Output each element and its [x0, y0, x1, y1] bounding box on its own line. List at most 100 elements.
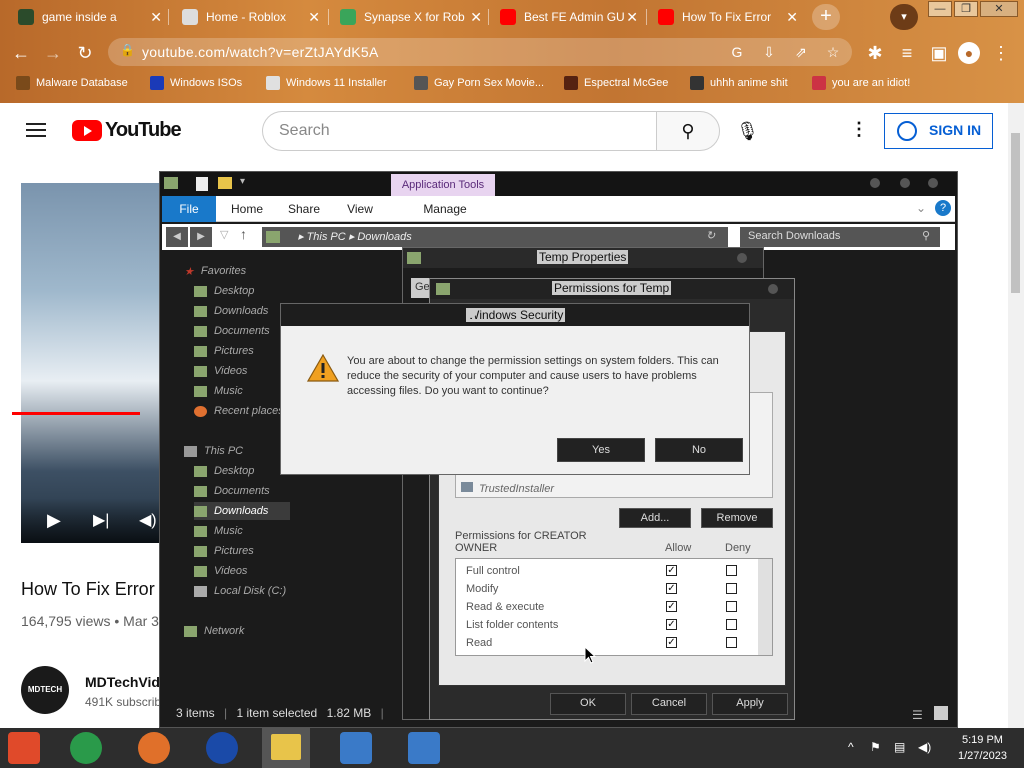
- nav-pc-local-disk[interactable]: Local Disk (C:): [194, 582, 286, 600]
- add-button[interactable]: Add...: [619, 508, 691, 528]
- deny-full-control-checkbox[interactable]: [726, 565, 737, 576]
- youtube-logo[interactable]: YouTube: [72, 119, 182, 142]
- search-input[interactable]: Search Downloads ⚲: [740, 227, 940, 247]
- bookmark-item-4[interactable]: Gay Porn Sex Movie...: [414, 76, 544, 90]
- close-icon[interactable]: ✕: [626, 9, 638, 26]
- recent-dropdown-icon[interactable]: ▽: [220, 228, 228, 241]
- allow-modify-checkbox[interactable]: ✓: [666, 583, 677, 594]
- tab-search-button[interactable]: ▾: [890, 4, 918, 30]
- back-arrow-icon[interactable]: ◀: [166, 227, 188, 247]
- deny-read-checkbox[interactable]: [726, 637, 737, 648]
- nav-pc-documents[interactable]: Documents: [194, 482, 270, 500]
- setup-installer-icon[interactable]: [340, 732, 372, 764]
- sign-in-button[interactable]: SIGN IN: [884, 113, 993, 149]
- nav-fav-desktop[interactable]: Desktop: [194, 282, 254, 300]
- refresh-icon[interactable]: ↻: [706, 229, 715, 242]
- channel-avatar[interactable]: MDTECH: [21, 666, 69, 714]
- tab-synapse[interactable]: Synapse X for Rob ✕: [330, 2, 488, 32]
- nav-favorites-header[interactable]: ★ Favorites: [184, 262, 246, 280]
- close-icon[interactable]: ✕: [470, 9, 482, 26]
- flag-icon[interactable]: ⚑: [870, 740, 881, 754]
- app-generic-icon[interactable]: [8, 732, 40, 764]
- hamburger-menu-icon[interactable]: [26, 123, 46, 137]
- tab-file[interactable]: File: [162, 196, 216, 222]
- close-button[interactable]: [466, 308, 476, 318]
- deny-list-folder-checkbox[interactable]: [726, 619, 737, 630]
- show-hidden-icons[interactable]: ^: [848, 740, 854, 754]
- close-button[interactable]: [737, 253, 747, 263]
- settings-dots-icon[interactable]: ⋮: [850, 119, 868, 140]
- forward-arrow-icon[interactable]: ▶: [190, 227, 212, 247]
- bookmark-you-are-an-idiot[interactable]: you are an idiot!: [812, 76, 910, 90]
- bookmark-star-icon[interactable]: ☆: [824, 43, 842, 61]
- bookmark-windows11-installer[interactable]: Windows 11 Installer: [266, 76, 387, 90]
- help-icon[interactable]: ?: [935, 200, 951, 216]
- allow-read-execute-checkbox[interactable]: ✓: [666, 601, 677, 612]
- nav-network[interactable]: Network: [184, 622, 244, 640]
- deny-read-execute-checkbox[interactable]: [726, 601, 737, 612]
- chrome-icon[interactable]: [70, 732, 102, 764]
- user-trustedinstaller[interactable]: TrustedInstaller: [461, 482, 554, 495]
- chevron-down-icon[interactable]: ⌄: [916, 201, 926, 215]
- scrollbar-thumb[interactable]: [1011, 133, 1020, 293]
- address-bar[interactable]: 🔒 youtube.com/watch?v=erZtJAYdK5A G ⇩ ⇗ …: [108, 38, 852, 66]
- extensions-icon[interactable]: ✱: [864, 42, 886, 64]
- properties-icon[interactable]: [196, 177, 208, 191]
- nav-pc-pictures[interactable]: Pictures: [194, 542, 254, 560]
- close-button[interactable]: [928, 178, 938, 188]
- nav-pc-desktop[interactable]: Desktop: [194, 462, 254, 480]
- network-tray-icon[interactable]: ▤: [894, 740, 905, 754]
- side-panel-icon[interactable]: ▣: [928, 42, 950, 64]
- file-explorer-taskbar-button[interactable]: [262, 728, 310, 768]
- search-button[interactable]: ⚲: [656, 111, 720, 151]
- video-player[interactable]: ▶ ▶| ◀): [21, 183, 161, 543]
- nav-fav-videos[interactable]: Videos: [194, 362, 247, 380]
- tab-active-how-to-fix[interactable]: How To Fix Error ✕: [648, 2, 804, 32]
- ok-button[interactable]: OK: [550, 693, 626, 715]
- close-icon[interactable]: ✕: [150, 9, 162, 26]
- large-icons-view-icon[interactable]: [934, 706, 948, 720]
- permissions-scrollbar[interactable]: [758, 559, 772, 655]
- tab-manage[interactable]: Manage: [394, 196, 496, 222]
- play-icon[interactable]: ▶: [47, 510, 61, 531]
- allow-list-folder-checkbox[interactable]: ✓: [666, 619, 677, 630]
- tab-roblox[interactable]: Home - Roblox ✕: [172, 2, 326, 32]
- details-view-icon[interactable]: ☰: [912, 708, 923, 722]
- bookmark-malware-database[interactable]: Malware Database: [16, 76, 128, 90]
- channel-name[interactable]: MDTechVid: [85, 674, 160, 690]
- share-icon[interactable]: ⇗: [792, 43, 810, 61]
- path-bar[interactable]: ▸ This PC ▸ Downloads ↻: [262, 227, 728, 247]
- next-icon[interactable]: ▶|: [93, 510, 109, 530]
- new-folder-icon[interactable]: [218, 177, 232, 189]
- maximize-button[interactable]: [900, 178, 910, 188]
- nav-this-pc-header[interactable]: This PC: [184, 442, 243, 460]
- path-segment-this-pc[interactable]: This PC: [307, 231, 346, 243]
- quick-access-dropdown-icon[interactable]: ▾: [240, 176, 245, 187]
- profile-avatar-icon[interactable]: ●: [958, 42, 980, 64]
- video-progress-bar[interactable]: [12, 412, 140, 415]
- google-icon[interactable]: G: [728, 43, 746, 61]
- maximize-button[interactable]: ❐: [954, 1, 978, 17]
- close-button[interactable]: [768, 284, 778, 294]
- yes-button[interactable]: Yes: [557, 438, 645, 462]
- close-icon[interactable]: ✕: [308, 9, 320, 26]
- install-icon[interactable]: ⇩: [760, 43, 778, 61]
- nav-fav-documents[interactable]: Documents: [194, 322, 270, 340]
- deny-modify-checkbox[interactable]: [726, 583, 737, 594]
- menu-dots-icon[interactable]: ⋮: [990, 42, 1012, 64]
- obama-logo-icon[interactable]: [206, 732, 238, 764]
- nav-fav-pictures[interactable]: Pictures: [194, 342, 254, 360]
- reload-icon[interactable]: ↻: [74, 42, 96, 64]
- tab-view[interactable]: View: [338, 196, 382, 222]
- bookmark-windows-isos[interactable]: Windows ISOs: [150, 76, 242, 90]
- no-button[interactable]: No: [655, 438, 743, 462]
- search-input[interactable]: Search: [262, 111, 657, 151]
- remove-button[interactable]: Remove: [701, 508, 773, 528]
- nav-pc-videos[interactable]: Videos: [194, 562, 247, 580]
- bookmark-anime[interactable]: uhhh anime shit: [690, 76, 788, 90]
- nav-fav-recent-places[interactable]: Recent places: [194, 402, 284, 420]
- forward-arrow-icon[interactable]: →: [42, 42, 64, 64]
- system-clock[interactable]: 5:19 PM 1/27/2023: [958, 732, 1007, 764]
- nav-fav-music[interactable]: Music: [194, 382, 243, 400]
- nav-pc-music[interactable]: Music: [194, 522, 243, 540]
